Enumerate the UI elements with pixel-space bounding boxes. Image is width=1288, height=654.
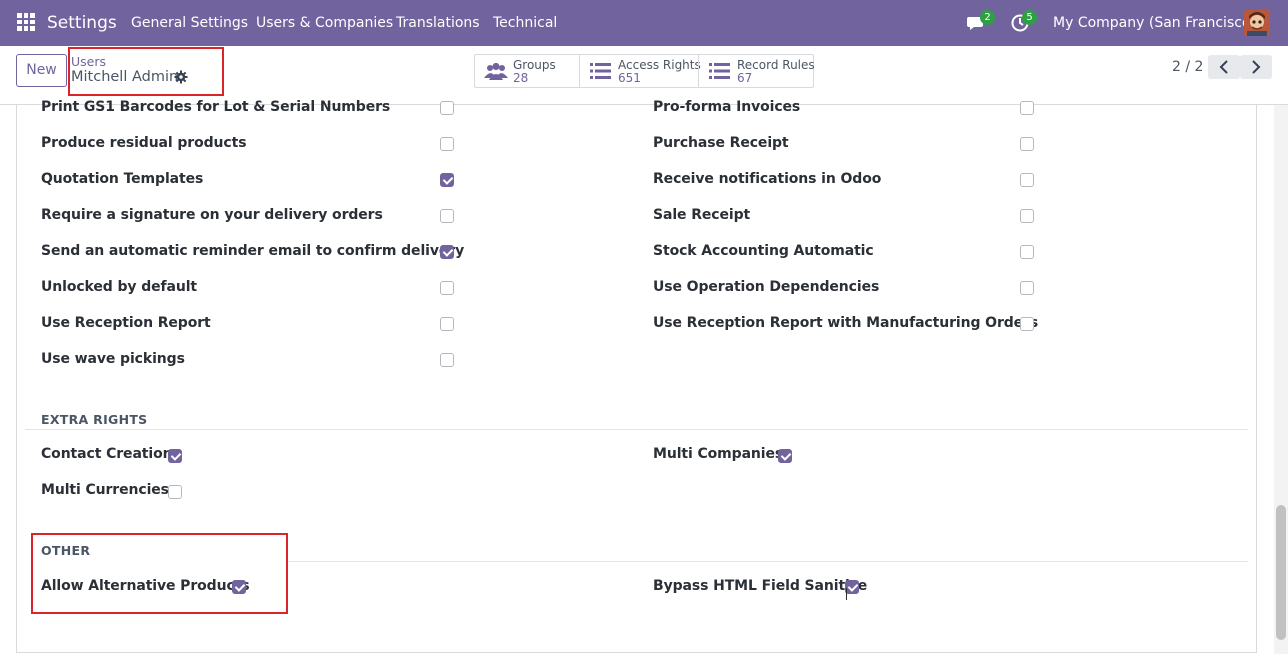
access-rights-label: Access Rights: [618, 58, 701, 72]
setting-label: Use Reception Report with Manufacturing …: [653, 315, 1039, 331]
groups-count: 28: [513, 71, 529, 85]
top-navbar: Settings General Settings Users & Compan…: [0, 0, 1288, 46]
multi-companies-checkbox[interactable]: [778, 449, 792, 463]
pager-next-button[interactable]: [1240, 55, 1272, 79]
company-switcher[interactable]: My Company (San Francisco): [1053, 0, 1256, 46]
menu-technical[interactable]: Technical: [493, 0, 557, 46]
app-title[interactable]: Settings: [47, 0, 117, 46]
bypass-html-sanitize-label: Bypass HTML Field Sanitize: [653, 578, 868, 594]
setting-checkbox[interactable]: [1020, 101, 1034, 115]
multi-companies-label: Multi Companies: [653, 446, 784, 462]
chevron-right-icon: [1252, 60, 1261, 74]
section-divider: [25, 429, 1248, 430]
setting-label: Purchase Receipt: [653, 135, 789, 151]
extra-rights-title: EXTRA RIGHTS: [41, 412, 148, 427]
allow-alternative-products-label: Allow Alternative Products: [41, 578, 250, 594]
setting-label: Use wave pickings: [41, 351, 185, 367]
chevron-left-icon: [1219, 60, 1228, 74]
other-title: OTHER: [41, 543, 91, 558]
breadcrumb-users[interactable]: Users: [71, 54, 106, 69]
setting-label: Sale Receipt: [653, 207, 751, 223]
menu-general-settings[interactable]: General Settings: [131, 0, 248, 46]
setting-label: Stock Accounting Automatic: [653, 243, 874, 259]
pager-value[interactable]: 2 / 2: [1172, 59, 1203, 75]
setting-label: Require a signature on your delivery ord…: [41, 207, 383, 223]
user-avatar[interactable]: [1244, 10, 1270, 36]
menu-users-companies[interactable]: Users & Companies: [256, 0, 393, 46]
setting-checkbox[interactable]: [440, 353, 454, 367]
list-icon: [709, 63, 730, 79]
setting-checkbox[interactable]: [440, 317, 454, 331]
scrollbar-thumb[interactable]: [1276, 505, 1286, 640]
setting-checkbox[interactable]: [1020, 173, 1034, 187]
multi-currencies-label: Multi Currencies: [41, 482, 169, 498]
setting-checkbox[interactable]: [1020, 245, 1034, 259]
setting-checkbox[interactable]: [1020, 137, 1034, 151]
setting-checkbox[interactable]: [440, 137, 454, 151]
contact-creation-checkbox[interactable]: [168, 449, 182, 463]
app-grid-icon[interactable]: [17, 13, 35, 31]
section-divider: [288, 561, 1248, 562]
setting-label: Receive notifications in Odoo: [653, 171, 882, 187]
bypass-html-sanitize-checkbox[interactable]: [845, 580, 859, 594]
setting-checkbox[interactable]: [440, 101, 454, 115]
messages-badge: 2: [980, 10, 995, 25]
groups-smart-button[interactable]: Groups 28: [475, 55, 579, 87]
setting-label: Pro-forma Invoices: [653, 99, 801, 115]
setting-checkbox[interactable]: [440, 209, 454, 223]
setting-label: Use Reception Report: [41, 315, 211, 331]
access-rights-smart-button[interactable]: Access Rights 651: [579, 55, 701, 87]
setting-label: Produce residual products: [41, 135, 247, 151]
users-icon: [484, 62, 508, 80]
breadcrumb-current: Mitchell Admin: [71, 69, 179, 85]
pager-previous-button[interactable]: [1208, 55, 1240, 79]
groups-label: Groups: [513, 58, 556, 72]
access-rights-count: 651: [618, 71, 641, 85]
control-panel: New Users Mitchell Admin Groups 28 Acces…: [0, 46, 1288, 105]
menu-translations[interactable]: Translations: [396, 0, 480, 46]
activities-badge: 5: [1022, 10, 1037, 25]
record-rules-label: Record Rules: [737, 58, 815, 72]
gear-icon[interactable]: [174, 70, 188, 84]
setting-label: Use Operation Dependencies: [653, 279, 880, 295]
setting-label: Quotation Templates: [41, 171, 204, 187]
mouse-cursor: [846, 588, 847, 600]
setting-label: Send an automatic reminder email to conf…: [41, 243, 465, 259]
setting-label: Unlocked by default: [41, 279, 198, 295]
record-rules-smart-button[interactable]: Record Rules 67: [698, 55, 815, 87]
setting-checkbox[interactable]: [1020, 281, 1034, 295]
list-icon: [590, 63, 611, 79]
setting-checkbox[interactable]: [440, 281, 454, 295]
setting-checkbox[interactable]: [440, 245, 454, 259]
setting-checkbox[interactable]: [1020, 317, 1034, 331]
smart-buttons: Groups 28 Access Rights 651 Record Rules…: [474, 54, 815, 88]
setting-checkbox[interactable]: [440, 173, 454, 187]
contact-creation-label: Contact Creation: [41, 446, 173, 462]
setting-label: Print GS1 Barcodes for Lot & Serial Numb…: [41, 99, 391, 115]
multi-currencies-checkbox[interactable]: [168, 485, 182, 499]
allow-alternative-products-checkbox[interactable]: [232, 580, 246, 594]
setting-checkbox[interactable]: [1020, 209, 1034, 223]
record-rules-count: 67: [737, 71, 753, 85]
new-button[interactable]: New: [16, 54, 67, 87]
